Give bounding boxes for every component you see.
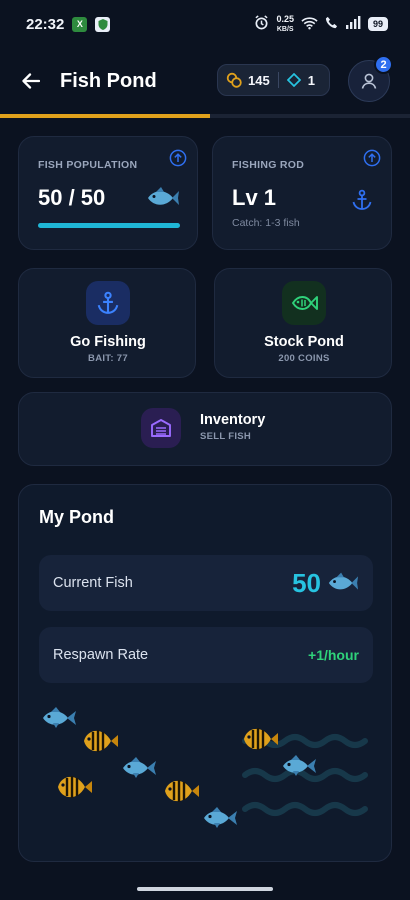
pond-fish	[204, 807, 237, 828]
arrow-left-icon	[22, 73, 40, 89]
call-icon	[325, 16, 338, 32]
battery-indicator: 99	[367, 17, 388, 31]
status-right: 0.25 KB/S 99	[254, 13, 388, 34]
app-header: Fish Pond 145 1 2	[0, 48, 410, 114]
my-pond-title: My Pond	[39, 507, 114, 527]
speed-value: 0.25	[276, 13, 294, 24]
coins-icon	[226, 72, 242, 88]
gem-icon	[286, 73, 301, 87]
pond-scene	[43, 707, 368, 828]
status-left: 22:32 X	[26, 15, 111, 33]
upgrade-icon[interactable]	[169, 149, 187, 167]
respawn-rate-row: Respawn Rate +1/hour	[39, 627, 373, 683]
my-pond-panel: My Pond Current Fish 50 Respawn Rate +1/…	[18, 484, 392, 862]
fishing-rod-card: FISHING ROD Lv 1 Catch: 1-3 fish	[212, 136, 392, 250]
inventory-sub: SELL FISH	[200, 431, 252, 442]
go-fishing-button[interactable]: Go Fishing BAIT: 77	[18, 268, 196, 378]
go-fishing-icon-box	[86, 281, 130, 325]
shield-app-icon	[95, 16, 111, 32]
respawn-rate-value: +1/hour	[308, 647, 359, 663]
fishing-rod-label: FISHING ROD	[232, 159, 305, 171]
speed-unit: KB/S	[276, 25, 294, 33]
respawn-rate-label: Respawn Rate	[53, 647, 149, 663]
coins-value: 145	[248, 72, 270, 88]
fish-icon	[328, 572, 359, 590]
inventory-title: Inventory	[200, 412, 266, 428]
fishing-rod-catch: Catch: 1-3 fish	[232, 217, 300, 229]
pond-fish	[163, 778, 201, 804]
current-fish-value: 50	[292, 567, 321, 598]
currency-divider	[277, 72, 279, 88]
status-time: 22:32	[26, 15, 65, 33]
notification-badge: 2	[374, 55, 393, 74]
wifi-icon	[301, 16, 318, 33]
header-accent-line	[0, 114, 410, 118]
anchor-icon	[352, 189, 372, 210]
inventory-button[interactable]: Inventory SELL FISH	[18, 392, 392, 466]
fish-icon	[148, 187, 179, 205]
anchor-icon	[97, 291, 119, 314]
population-bar-fill	[38, 223, 180, 228]
stock-pond-cost: 200 COINS	[278, 353, 330, 364]
stock-pond-icon-box	[282, 281, 326, 325]
inventory-icon-box	[141, 408, 181, 448]
fish-population-bar	[38, 223, 180, 228]
pond-fish	[123, 757, 156, 778]
gems-value: 1	[307, 72, 315, 88]
fish-icon	[291, 296, 318, 310]
fish-population-label: FISH POPULATION	[38, 159, 138, 171]
fish-population-value: 50 / 50	[38, 185, 106, 210]
fishing-rod-level: Lv 1	[232, 185, 277, 210]
fish-population-card: FISH POPULATION 50 / 50	[18, 136, 198, 250]
user-icon	[361, 73, 377, 89]
go-fishing-bait: BAIT: 77	[88, 353, 128, 364]
network-speed: 0.25 KB/S	[276, 13, 294, 34]
pond-fish	[56, 774, 94, 800]
current-fish-row: Current Fish 50	[39, 555, 373, 611]
stock-pond-title: Stock Pond	[264, 334, 344, 350]
pond-fish	[82, 728, 120, 754]
home-indicator[interactable]	[137, 887, 273, 891]
stock-pond-button[interactable]: Stock Pond 200 COINS	[214, 268, 392, 378]
status-bar: 22:32 X 0.25 KB/S 99	[0, 0, 410, 48]
signal-icon	[345, 16, 361, 32]
pond-fish	[43, 707, 76, 728]
go-fishing-title: Go Fishing	[70, 334, 146, 350]
profile-button[interactable]: 2	[348, 55, 393, 102]
alarm-icon	[254, 15, 269, 33]
currency-display[interactable]: 145 1	[217, 64, 330, 96]
upgrade-icon[interactable]	[363, 149, 381, 167]
back-button[interactable]	[18, 68, 44, 94]
warehouse-icon	[151, 419, 171, 437]
excel-app-icon: X	[72, 16, 88, 32]
current-fish-label: Current Fish	[53, 575, 133, 591]
page-title: Fish Pond	[60, 69, 157, 92]
